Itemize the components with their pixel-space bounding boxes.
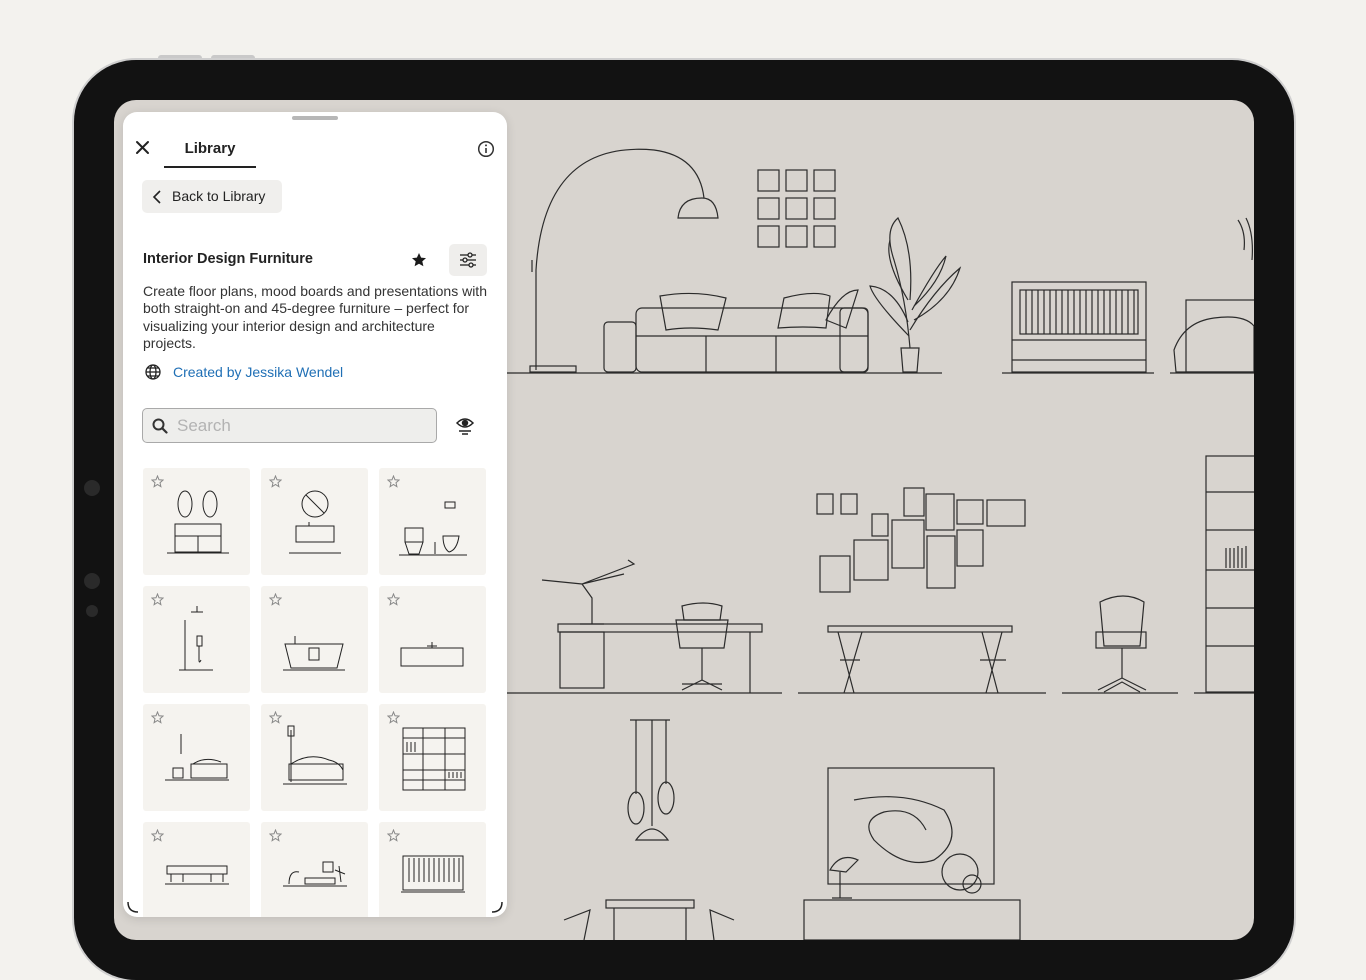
asset-tile-bed-with-side-table[interactable] <box>143 704 250 811</box>
close-button[interactable] <box>133 138 153 158</box>
desk-icon <box>283 861 347 887</box>
double-vanity-icon <box>167 490 229 554</box>
toilet-icon <box>399 501 467 556</box>
asset-tile-crib[interactable] <box>379 822 486 917</box>
art-print <box>827 767 995 885</box>
info-button[interactable] <box>477 140 495 158</box>
eye-icon <box>455 418 475 435</box>
camera-dot <box>84 573 100 589</box>
visibility-toggle-button[interactable] <box>454 414 476 436</box>
chevron-left-icon <box>152 190 161 204</box>
sofa <box>603 289 869 373</box>
bookcase <box>1205 455 1254 693</box>
asset-tile-double-vanity[interactable] <box>143 468 250 575</box>
bed-lamp-icon <box>283 725 347 785</box>
bed-side-table-icon <box>165 734 229 781</box>
asset-tile-bench[interactable] <box>143 822 250 917</box>
picture-grid <box>757 169 836 248</box>
pendant-lights <box>627 719 675 841</box>
back-label: Back to Library <box>172 188 266 204</box>
close-icon <box>136 141 149 154</box>
author-link[interactable]: Created by Jessika Wendel <box>173 364 343 380</box>
drag-handle[interactable] <box>292 116 338 120</box>
camera-dot <box>84 480 100 496</box>
back-to-library-button[interactable]: Back to Library <box>142 180 282 213</box>
library-title: Interior Design Furniture <box>143 251 313 267</box>
asset-tile-desk-setup[interactable] <box>261 822 368 917</box>
gallery-wall <box>816 487 1026 593</box>
tab-library[interactable]: Library <box>164 138 256 168</box>
sideboard <box>803 853 1021 940</box>
camera-dot <box>86 605 98 617</box>
asset-tile-countertop-basin[interactable] <box>379 586 486 693</box>
arc-floor-lamp <box>529 148 719 373</box>
crib <box>1011 281 1147 373</box>
sliders-icon <box>460 252 476 268</box>
sink-mirror-icon <box>289 490 341 554</box>
office-chair <box>1095 595 1147 693</box>
globe-icon <box>144 363 162 381</box>
wardrobe-icon <box>402 727 466 791</box>
asset-tile-bed-with-floor-lamp[interactable] <box>261 704 368 811</box>
dining-table <box>563 899 735 940</box>
favorite-library-button[interactable] <box>409 250 429 270</box>
bed <box>1173 217 1254 373</box>
library-panel: Library Back to Library Interior Design … <box>123 112 507 917</box>
asset-tile-sink-with-round-mirror[interactable] <box>261 468 368 575</box>
resize-corner-icon[interactable] <box>491 901 503 913</box>
library-description: Create floor plans, mood boards and pres… <box>143 283 487 351</box>
desk-setup <box>541 559 763 693</box>
library-settings-button[interactable] <box>449 244 487 276</box>
star-icon <box>412 253 426 267</box>
resize-corner-icon[interactable] <box>127 901 139 913</box>
bench-icon <box>165 865 229 885</box>
crib-icon <box>401 855 465 893</box>
shower-icon <box>179 606 213 671</box>
search-input[interactable] <box>175 412 429 440</box>
asset-tile-rain-shower[interactable] <box>143 586 250 693</box>
potted-plant <box>869 217 962 373</box>
basin-icon <box>400 642 464 667</box>
bathtub-icon <box>283 636 345 671</box>
trestle-table <box>827 625 1013 694</box>
search-icon <box>152 418 168 434</box>
search-field[interactable] <box>142 408 437 443</box>
asset-tile-wardrobe-shelving[interactable] <box>379 704 486 811</box>
asset-tile-bathtub[interactable] <box>261 586 368 693</box>
info-icon <box>477 140 495 158</box>
asset-tile-toilet-and-bidet[interactable] <box>379 468 486 575</box>
